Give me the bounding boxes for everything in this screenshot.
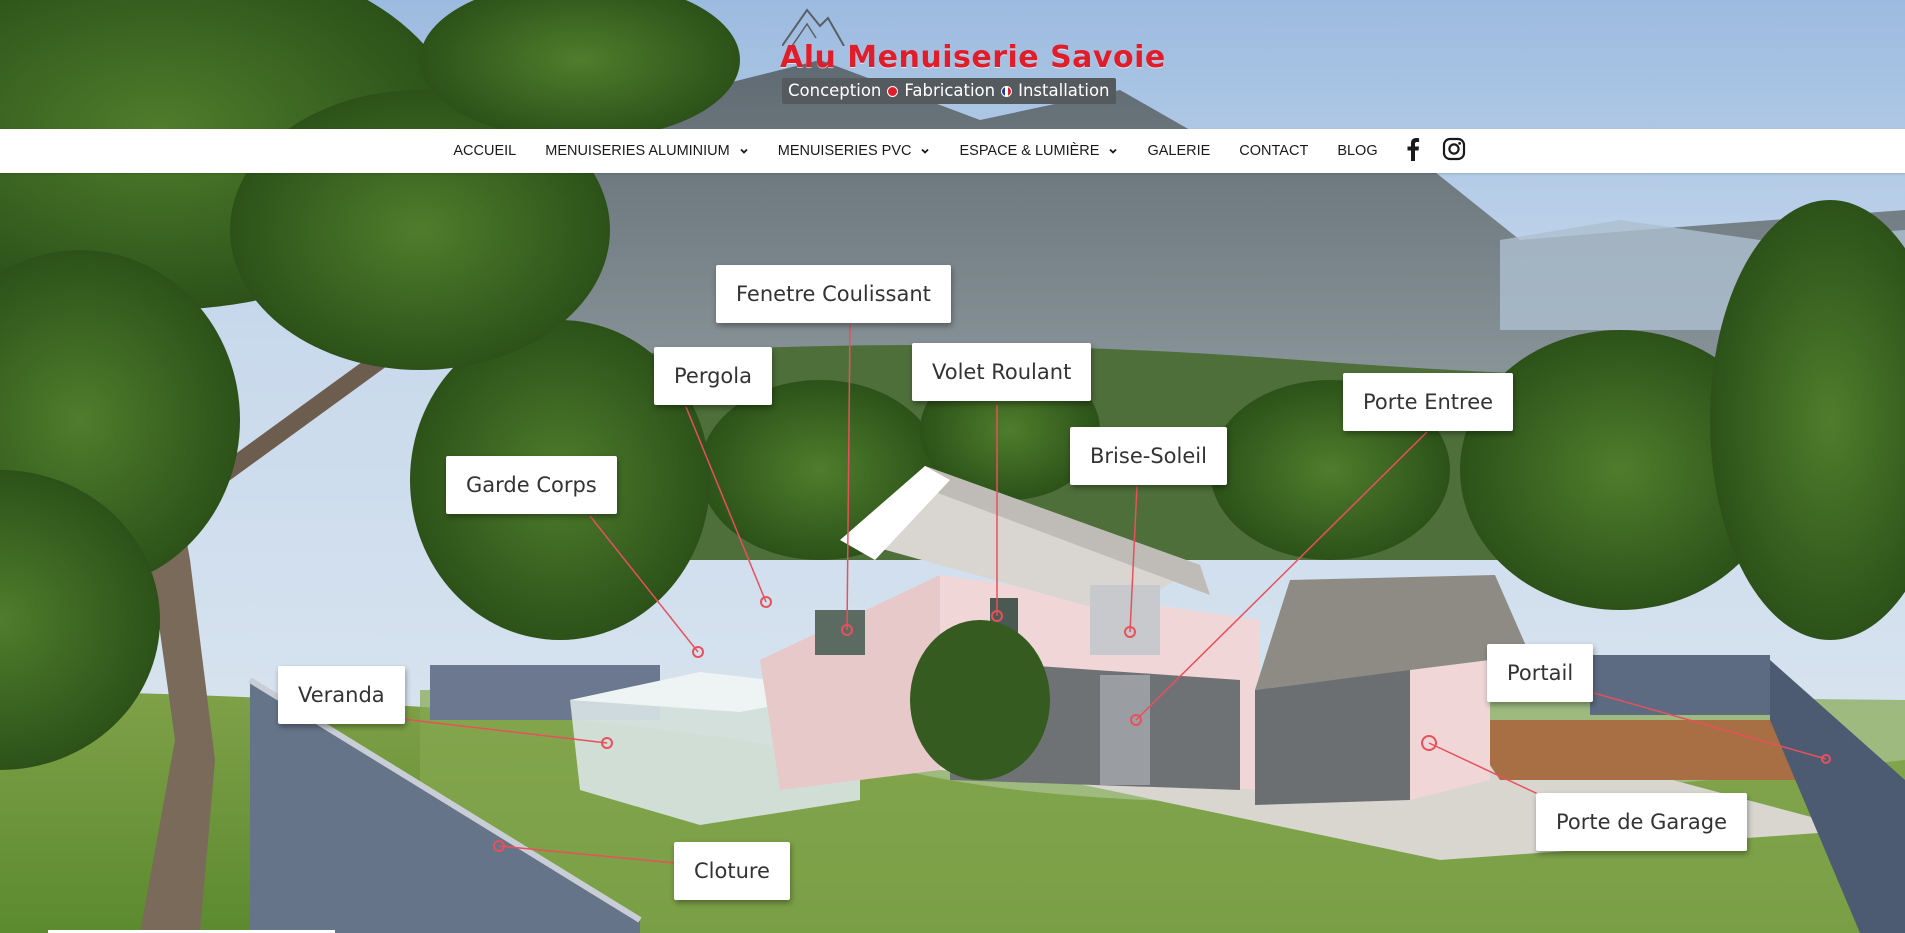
hotspot-brise-soleil[interactable]: Brise-Soleil	[1070, 427, 1227, 485]
hotspot-volet-roulant[interactable]: Volet Roulant	[912, 343, 1092, 401]
chevron-down-icon	[740, 148, 748, 154]
hotspot-cloture[interactable]: Cloture	[674, 842, 790, 900]
nav-item-galerie[interactable]: GALERIE	[1133, 143, 1225, 159]
hotspot-porte-de-garage[interactable]: Porte de Garage	[1536, 793, 1748, 851]
french-flag-icon	[1001, 85, 1013, 97]
hotspot-portail[interactable]: Portail	[1487, 644, 1594, 702]
main-navigation: ACCUEIL MENUISERIES ALUMINIUM MENUISERIE…	[0, 129, 1905, 173]
site-logo[interactable]: Alu Menuiserie Savoie Conception Fabrica…	[778, 6, 1165, 106]
social-links	[1406, 137, 1466, 165]
facebook-icon[interactable]	[1406, 137, 1420, 165]
chevron-down-icon	[1109, 148, 1118, 154]
hotspot-pergola[interactable]: Pergola	[654, 347, 772, 405]
tagline-conception: Conception	[788, 81, 882, 100]
tagline-fabrication: Fabrication	[904, 81, 996, 100]
hotspot-porte-entree[interactable]: Porte Entree	[1343, 373, 1514, 431]
nav-item-menuiseries-aluminium[interactable]: MENUISERIES ALUMINIUM	[531, 143, 764, 159]
chevron-down-icon	[921, 148, 930, 154]
swiss-cross-icon	[887, 85, 899, 97]
nav-item-contact[interactable]: CONTACT	[1225, 143, 1323, 159]
hotspot-garde-corps[interactable]: Garde Corps	[446, 456, 617, 514]
instagram-icon[interactable]	[1442, 137, 1466, 165]
hotspot-veranda[interactable]: Veranda	[278, 666, 405, 724]
hotspot-fenetre-coulissant[interactable]: Fenetre Coulissant	[716, 265, 951, 323]
nav-item-blog[interactable]: BLOG	[1323, 143, 1392, 159]
logo-brand-name: Alu Menuiserie Savoie	[780, 40, 1166, 75]
nav-item-menuiseries-pvc[interactable]: MENUISERIES PVC	[763, 143, 945, 159]
tagline-installation: Installation	[1018, 81, 1110, 100]
nav-item-espace-lumiere[interactable]: ESPACE & LUMIÈRE	[945, 143, 1133, 159]
nav-item-accueil[interactable]: ACCUEIL	[439, 143, 531, 159]
nav-menu: ACCUEIL MENUISERIES ALUMINIUM MENUISERIE…	[439, 143, 1392, 159]
logo-tagline: Conception Fabrication Installation	[782, 78, 1116, 104]
